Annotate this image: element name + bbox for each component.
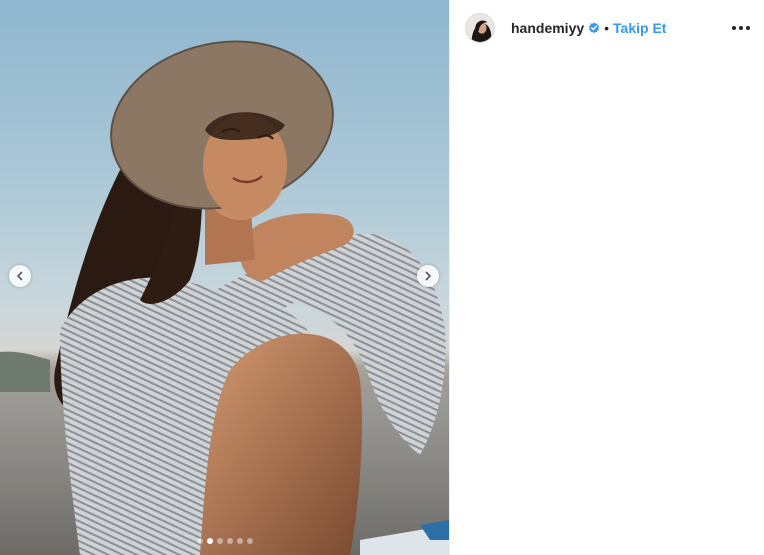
profile-photo	[466, 13, 494, 42]
more-options-icon	[732, 25, 736, 30]
verified-badge-icon	[589, 21, 600, 33]
post-header: handemiyy • Takip Et	[450, 0, 764, 55]
carousel-dot	[236, 538, 243, 544]
chevron-right-icon	[425, 271, 431, 281]
carousel-prev-button[interactable]	[9, 265, 31, 287]
carousel-dot	[196, 538, 203, 544]
more-options-icon	[739, 25, 743, 30]
instagram-post: handemiyy • Takip Et	[0, 0, 764, 555]
carousel-dot	[206, 538, 213, 544]
chevron-left-icon	[17, 271, 23, 281]
more-options-icon	[746, 25, 750, 30]
post-side-panel: handemiyy • Takip Et	[449, 0, 764, 555]
post-media[interactable]	[0, 0, 449, 555]
carousel-next-button[interactable]	[417, 265, 439, 287]
separator-dot: •	[604, 19, 610, 36]
more-options-button[interactable]	[732, 20, 750, 36]
avatar[interactable]	[465, 12, 495, 43]
carousel-indicator	[0, 538, 449, 544]
post-photo	[0, 40, 449, 555]
follow-button[interactable]: Takip Et	[613, 20, 666, 36]
username-link[interactable]: handemiyy	[511, 20, 584, 36]
carousel-dot	[246, 538, 253, 544]
carousel-dot	[226, 538, 233, 544]
carousel-dot	[216, 538, 223, 544]
